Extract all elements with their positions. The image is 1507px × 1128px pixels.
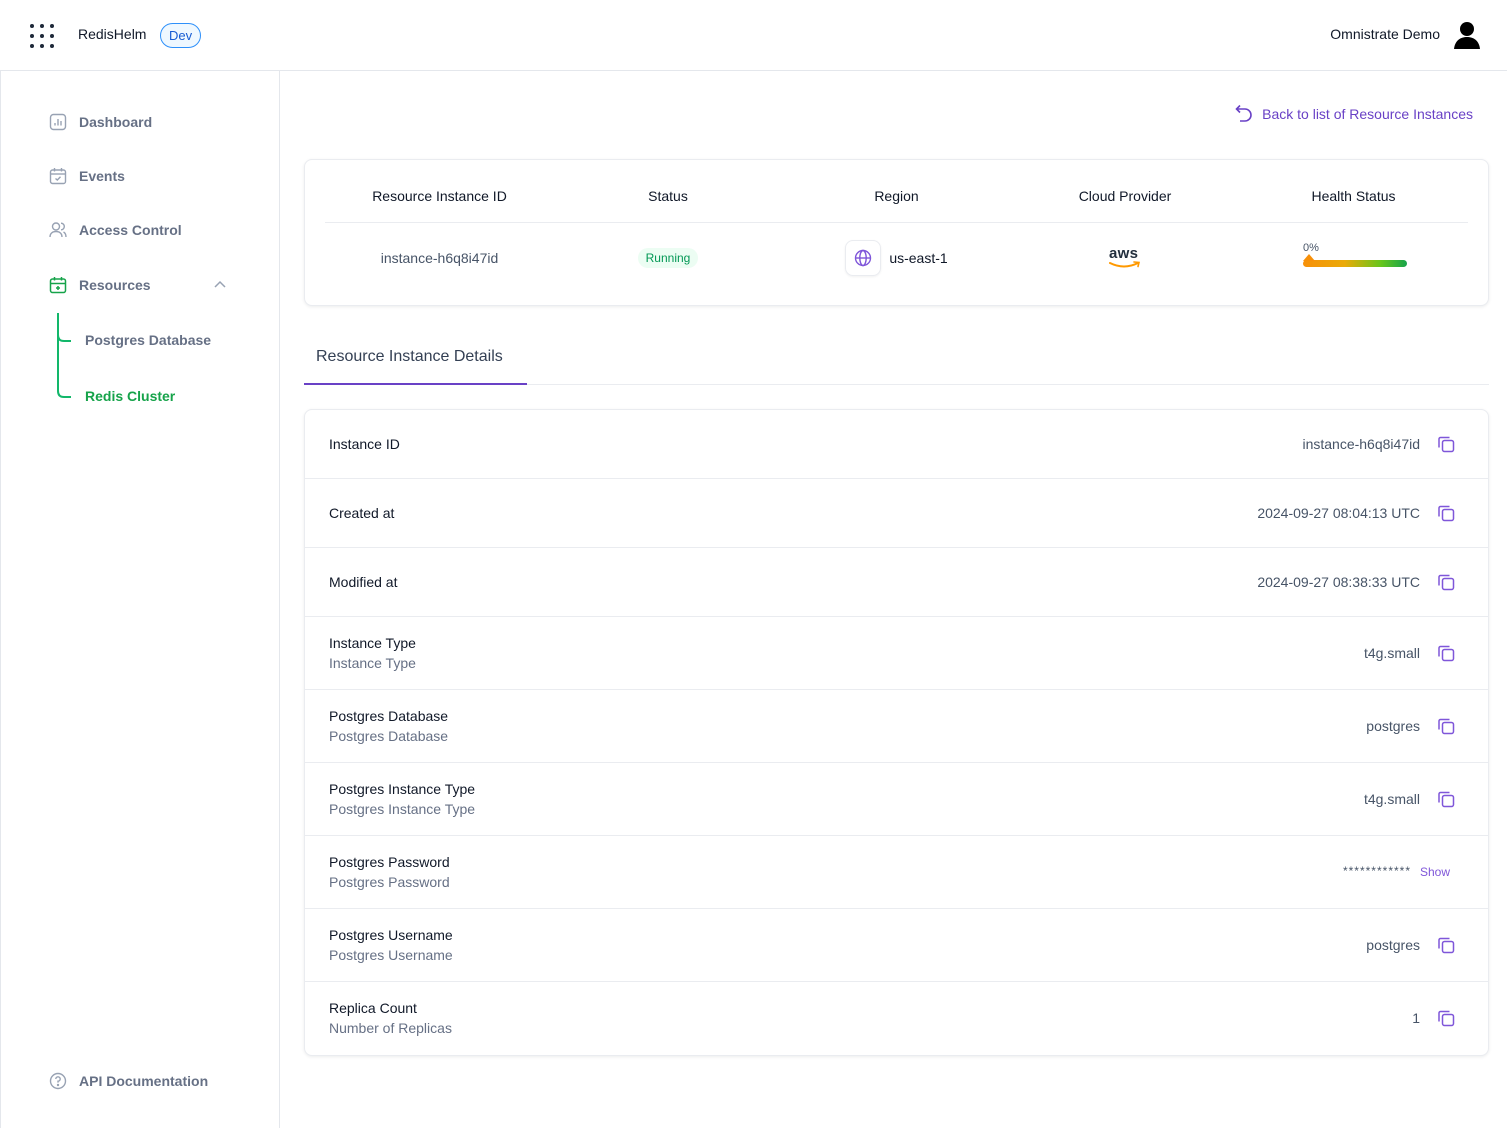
user-name[interactable]: Omnistrate Demo: [1330, 26, 1440, 42]
detail-row-instance-type: Instance Type Instance Type t4g.small: [305, 617, 1488, 690]
sidebar-subitem-postgres-database[interactable]: Postgres Database: [85, 332, 211, 348]
copy-icon[interactable]: [1436, 572, 1456, 592]
detail-row-postgres-password: Postgres Password Postgres Password ****…: [305, 836, 1488, 909]
users-icon: [49, 221, 67, 239]
copy-icon[interactable]: [1436, 1008, 1456, 1028]
detail-sublabel: Instance Type: [329, 655, 416, 671]
subtree-connector: [57, 313, 71, 398]
region-label: us-east-1: [889, 250, 948, 266]
app-grid-icon[interactable]: [30, 24, 54, 48]
detail-row-created-at: Created at 2024-09-27 08:04:13 UTC: [305, 479, 1488, 548]
header-resource-instance-id: Resource Instance ID: [372, 188, 507, 204]
back-arrow-icon: [1235, 104, 1252, 122]
sidebar-subitem-redis-cluster[interactable]: Redis Cluster: [85, 388, 175, 404]
health-status-cell: 0%: [1303, 242, 1407, 267]
copy-icon[interactable]: [1436, 716, 1456, 736]
detail-sublabel: Postgres Instance Type: [329, 801, 476, 817]
back-link-label: Back to list of Resource Instances: [1262, 106, 1473, 122]
header-health-status: Health Status: [1311, 188, 1396, 204]
api-documentation-link[interactable]: API Documentation: [49, 1072, 208, 1090]
detail-label: Created at: [329, 505, 395, 521]
detail-value: t4g.small: [1363, 645, 1420, 661]
detail-value: 1: [1412, 1010, 1420, 1026]
detail-sublabel: Postgres Username: [329, 947, 453, 963]
masked-password-value: ************: [1342, 864, 1411, 878]
detail-label: Postgres Password: [329, 854, 450, 870]
top-header: RedisHelm Dev Omnistrate Demo: [0, 0, 1507, 71]
health-percent-label: 0%: [1303, 242, 1319, 254]
detail-sublabel: Postgres Password: [329, 874, 450, 890]
header-status: Status: [648, 188, 688, 204]
api-documentation-label: API Documentation: [79, 1073, 209, 1089]
aws-logo-icon: aws: [1108, 245, 1142, 270]
chevron-up-icon[interactable]: [213, 277, 227, 291]
summary-status-cell: Running: [554, 240, 782, 276]
sidebar-item-label: Access Control: [79, 222, 182, 238]
header-cloud-provider: Cloud Provider: [1078, 188, 1172, 204]
copy-icon[interactable]: [1436, 935, 1456, 955]
app-name: RedisHelm: [78, 26, 147, 42]
detail-label: Replica Count: [329, 1000, 417, 1016]
help-circle-icon: [49, 1072, 67, 1090]
summary-region-cell: us-east-1: [782, 240, 1011, 276]
detail-value: postgres: [1366, 718, 1420, 734]
copy-icon[interactable]: [1436, 789, 1456, 809]
back-to-list-link[interactable]: Back to list of Resource Instances: [1235, 104, 1473, 124]
calendar-check-icon: [49, 167, 67, 185]
details-tabs: Resource Instance Details: [304, 338, 1489, 385]
detail-label: Modified at: [329, 574, 398, 590]
globe-icon: [845, 240, 882, 276]
detail-label: Postgres Database: [329, 708, 449, 724]
detail-label: Instance ID: [329, 436, 400, 452]
detail-label: Postgres Username: [329, 927, 453, 943]
detail-row-postgres-username: Postgres Username Postgres Username post…: [305, 909, 1488, 982]
detail-value: t4g.small: [1363, 791, 1420, 807]
sidebar-item-label: Dashboard: [79, 114, 153, 130]
detail-value: instance-h6q8i47id: [1302, 436, 1420, 452]
show-password-button[interactable]: Show: [1420, 865, 1450, 879]
detail-label: Postgres Instance Type: [329, 781, 476, 797]
detail-row-instance-id: Instance ID instance-h6q8i47id: [305, 410, 1488, 479]
detail-row-replica-count: Replica Count Number of Replicas 1: [305, 982, 1488, 1055]
copy-icon[interactable]: [1436, 434, 1456, 454]
detail-sublabel: Postgres Database: [329, 728, 449, 744]
copy-icon[interactable]: [1436, 643, 1456, 663]
sidebar-item-events[interactable]: Events: [49, 164, 125, 188]
health-gauge-marker: [1303, 254, 1315, 261]
detail-row-postgres-instance-type: Postgres Instance Type Postgres Instance…: [305, 763, 1488, 836]
detail-label: Instance Type: [329, 635, 416, 651]
tab-resource-instance-details[interactable]: Resource Instance Details: [304, 338, 527, 385]
environment-badge: Dev: [160, 23, 202, 48]
detail-row-postgres-database: Postgres Database Postgres Database post…: [305, 690, 1488, 763]
summary-cloud-provider-cell: aws: [1011, 240, 1239, 276]
sidebar-item-dashboard[interactable]: Dashboard: [49, 110, 152, 134]
header-region: Region: [874, 188, 919, 204]
detail-value: postgres: [1366, 937, 1420, 953]
summary-header-row: Resource Instance ID Status Region Cloud…: [325, 160, 1468, 223]
instance-details-card: Instance ID instance-h6q8i47id Created a…: [304, 409, 1489, 1056]
detail-value: 2024-09-27 08:38:33 UTC: [1257, 574, 1420, 590]
copy-icon[interactable]: [1436, 503, 1456, 523]
sidebar-item-access-control[interactable]: Access Control: [49, 218, 182, 242]
detail-sublabel: Number of Replicas: [329, 1020, 452, 1036]
sidebar-item-label: Events: [79, 168, 125, 184]
sidebar-item-resources[interactable]: Resources: [49, 273, 151, 297]
sidebar-item-label: Resources: [79, 277, 151, 293]
detail-row-modified-at: Modified at 2024-09-27 08:38:33 UTC: [305, 548, 1488, 617]
sidebar: Dashboard Events Access Control Resource…: [0, 71, 280, 1128]
calendar-icon: [49, 276, 67, 294]
summary-instance-id: instance-h6q8i47id: [380, 250, 499, 266]
status-badge: Running: [637, 248, 699, 268]
instance-summary-card: Resource Instance ID Status Region Cloud…: [304, 159, 1489, 306]
health-gauge-bar: [1303, 254, 1407, 267]
chart-icon: [49, 113, 67, 131]
user-avatar-icon[interactable]: [1453, 20, 1481, 50]
detail-value: 2024-09-27 08:04:13 UTC: [1257, 505, 1420, 521]
